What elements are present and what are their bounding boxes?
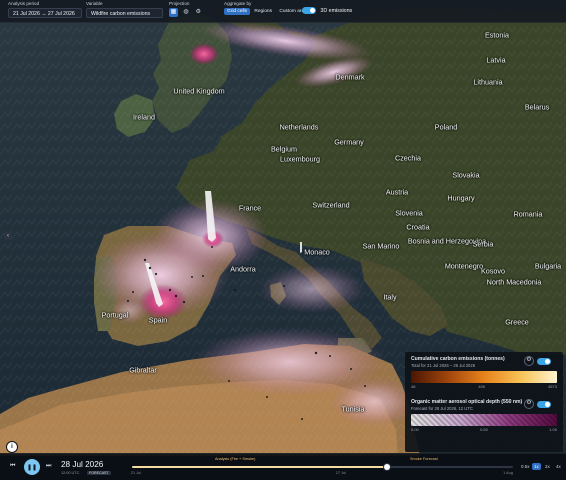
analysis-period-label: Analysis period (8, 1, 40, 6)
timeline-track[interactable] (132, 464, 513, 470)
carbon-tick-mid: 400 (478, 384, 486, 389)
speed-0-5x[interactable]: 0.5x (519, 463, 532, 470)
carbon-legend-toggle[interactable] (537, 357, 551, 365)
timeline-date: 28 Jul 2026 (61, 460, 104, 469)
speed-1x[interactable]: 1x (532, 463, 541, 470)
aggregate-regions[interactable]: Regions (251, 8, 275, 15)
timeline-scrubber[interactable] (384, 464, 391, 470)
aerosol-legend-toggle[interactable] (537, 400, 551, 408)
speed-4x[interactable]: 4x (554, 463, 563, 470)
projection-group: Projection ▦ ◍ ⚙ (169, 1, 205, 17)
aerosol-depth-ticks: 0.00 0.50 1.00 (411, 427, 557, 432)
projection-label: Projection (169, 1, 190, 6)
aerosol-tick-min: 0.00 (411, 427, 419, 432)
timeline-bar: ⏮ ❚❚ ⏭ 28 Jul 2026 12:00 UTC FORECAST An… (0, 453, 566, 480)
aerosol-tick-mid: 0.50 (480, 427, 488, 432)
aerosol-depth-controls: ⚙ (524, 399, 551, 409)
3d-emissions-label: 3D emissions (320, 7, 353, 14)
analysis-caption: Analysis (Fire + Smoke) (215, 457, 256, 461)
speed-2x[interactable]: 2x (543, 463, 552, 470)
carbon-tick-max: 4573 (548, 384, 557, 389)
timeline-tick-middle: 27 Jul (335, 471, 347, 475)
timeline-tick-start: 21 Jul (130, 471, 142, 475)
globe-projection-icon[interactable]: ◍ (181, 8, 190, 17)
projection-buttons: ▦ ◍ ⚙ (169, 8, 205, 17)
carbon-emissions-legend: Cumulative carbon emissions (tonnes) Tot… (411, 356, 557, 394)
map-projection-icon[interactable]: ▦ (169, 8, 178, 17)
carbon-emissions-colorbar (411, 371, 557, 383)
carbon-tick-min: 46 (411, 384, 416, 389)
settings-icon[interactable]: ⚙ (194, 8, 203, 17)
aggregate-label: Aggregate by (224, 1, 252, 6)
legend-panel: Cumulative carbon emissions (tonnes) Tot… (405, 352, 563, 452)
carbon-emissions-controls: ⚙ (524, 356, 551, 366)
wildfire-monitor-app: Estonia Latvia Lithuania Denmark United … (0, 0, 566, 480)
variable-group: Variable Wildfire carbon emissions (86, 1, 163, 18)
timeline-progress (132, 466, 388, 468)
aggregate-options: Grid cells Regions Custom areas (224, 8, 312, 15)
timeline-time: 12:00 UTC (61, 471, 80, 475)
carbon-legend-settings-icon[interactable]: ⚙ (524, 356, 534, 366)
aerosol-legend-settings-icon[interactable]: ⚙ (524, 399, 534, 409)
pause-icon: ❚❚ (26, 464, 38, 471)
variable-label: Variable (86, 1, 103, 6)
step-back-icon[interactable]: ⏮ (10, 463, 15, 470)
aerosol-depth-colorbar (411, 414, 557, 426)
aerosol-depth-legend: Organic matter aerosol optical depth (55… (411, 399, 557, 439)
forecast-caption: Smoke Forecast (410, 457, 438, 461)
step-forward-icon[interactable]: ⏭ (46, 463, 51, 470)
info-icon[interactable]: i (6, 441, 18, 453)
3d-emissions-toggle-group: 3D emissions (302, 7, 352, 14)
aerosol-tick-max: 1.00 (549, 427, 557, 432)
variable-selector[interactable]: Wildfire carbon emissions (86, 8, 163, 18)
aggregate-grid-cells[interactable]: Grid cells (224, 8, 250, 15)
collapse-left-panel-button[interactable]: ‹ (4, 232, 12, 240)
analysis-period-group: Analysis period 21 Jul 2026 → 27 Jul 202… (8, 1, 82, 18)
top-toolbar: Analysis period 21 Jul 2026 → 27 Jul 202… (0, 0, 566, 23)
timeline-tick-end: 1 Aug (503, 471, 513, 475)
pause-button[interactable]: ❚❚ (24, 459, 40, 475)
aggregate-group: Aggregate by Grid cells Regions Custom a… (224, 1, 312, 15)
carbon-emissions-ticks: 46 400 4573 (411, 384, 557, 389)
analysis-period-selector[interactable]: 21 Jul 2026 → 27 Jul 2026 (8, 8, 82, 18)
forecast-badge: FORECAST (87, 471, 111, 475)
3d-emissions-toggle[interactable] (302, 7, 316, 14)
